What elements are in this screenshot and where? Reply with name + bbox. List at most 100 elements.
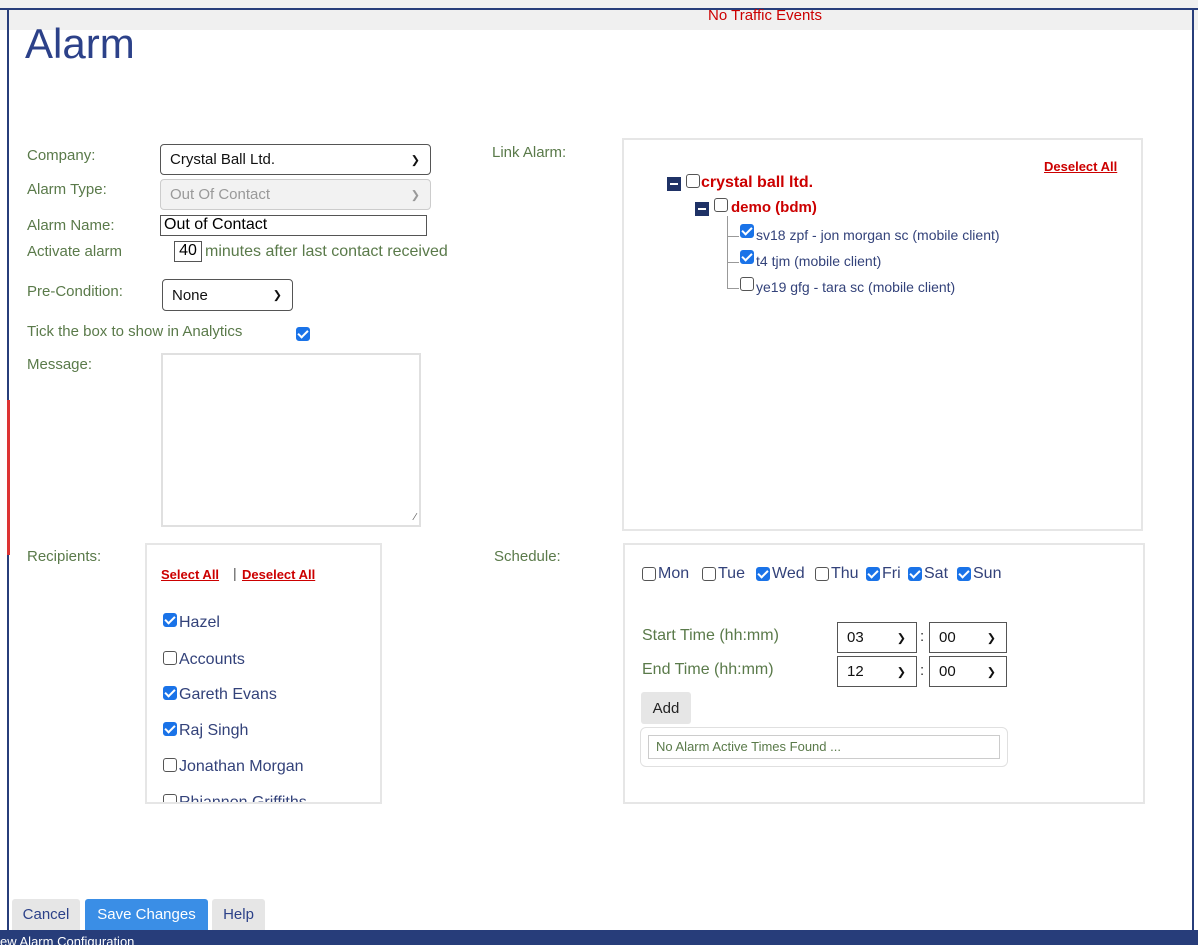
link-alarm-panel bbox=[622, 138, 1143, 531]
page-title: Alarm bbox=[25, 20, 135, 67]
chevron-down-icon: ❯ bbox=[986, 632, 996, 644]
recipient-name: Raj Singh bbox=[179, 722, 249, 739]
tree-item-checkbox[interactable] bbox=[740, 250, 754, 264]
save-changes-button[interactable]: Save Changes bbox=[85, 899, 208, 930]
company-select[interactable]: Crystal Ball Ltd. ❯ bbox=[160, 144, 431, 175]
no-times-message: No Alarm Active Times Found ... bbox=[648, 735, 1000, 759]
recipient-checkbox[interactable] bbox=[163, 686, 177, 700]
chevron-down-icon: ❯ bbox=[896, 632, 906, 644]
time-colon: : bbox=[920, 662, 925, 679]
cancel-button[interactable]: Cancel bbox=[12, 899, 80, 930]
start-min-select[interactable]: 00 ❯ bbox=[929, 622, 1007, 653]
end-hour-value: 12 bbox=[847, 663, 864, 680]
recipient-name: Jonathan Morgan bbox=[179, 758, 304, 775]
tree-group-checkbox[interactable] bbox=[714, 198, 728, 212]
resize-handle-icon: ∕ bbox=[414, 512, 416, 523]
alarm-name-input[interactable]: Out of Contact bbox=[160, 215, 427, 236]
tree-group-label: demo (bdm) bbox=[731, 199, 817, 216]
tree-item-label: t4 tjm (mobile client) bbox=[756, 253, 882, 269]
recipient-name: Gareth Evans bbox=[179, 686, 277, 703]
tree-company-checkbox[interactable] bbox=[686, 174, 700, 188]
active-times-box: No Alarm Active Times Found ... bbox=[640, 727, 1008, 767]
start-min-value: 00 bbox=[939, 629, 956, 646]
time-colon: : bbox=[920, 628, 925, 645]
activate-minutes-input[interactable]: 40 bbox=[174, 241, 202, 262]
start-hour-select[interactable]: 03 ❯ bbox=[837, 622, 917, 653]
company-value: Crystal Ball Ltd. bbox=[170, 151, 276, 168]
day-checkbox-tue[interactable] bbox=[702, 567, 716, 581]
company-label: Company: bbox=[27, 147, 96, 164]
link-separator: | bbox=[233, 565, 237, 581]
start-hour-value: 03 bbox=[847, 629, 864, 646]
recipient-checkbox[interactable] bbox=[163, 613, 177, 627]
alarm-type-label: Alarm Type: bbox=[27, 181, 107, 198]
link-alarm-label: Link Alarm: bbox=[492, 144, 567, 161]
tree-connector bbox=[727, 262, 739, 263]
precondition-select[interactable]: None ❯ bbox=[162, 279, 293, 311]
tree-company-label: crystal ball ltd. bbox=[701, 174, 814, 191]
recipient-checkbox[interactable] bbox=[163, 758, 177, 772]
start-time-label: Start Time (hh:mm) bbox=[642, 627, 779, 644]
select-all-link[interactable]: Select All bbox=[161, 567, 219, 582]
end-hour-select[interactable]: 12 ❯ bbox=[837, 656, 917, 687]
bottom-status-bar bbox=[0, 930, 1198, 945]
activate-suffix: minutes after last contact received bbox=[205, 243, 448, 260]
analytics-label: Tick the box to show in Analytics bbox=[27, 323, 243, 340]
side-marker bbox=[7, 400, 10, 555]
add-button[interactable]: Add bbox=[641, 692, 691, 724]
recipient-name: Hazel bbox=[179, 614, 220, 631]
day-label-sun: Sun bbox=[973, 565, 1002, 582]
end-min-select[interactable]: 00 ❯ bbox=[929, 656, 1007, 687]
day-checkbox-sun[interactable] bbox=[957, 567, 971, 581]
end-time-label: End Time (hh:mm) bbox=[642, 661, 774, 678]
alarm-name-label: Alarm Name: bbox=[27, 217, 115, 234]
day-label-thu: Thu bbox=[831, 565, 859, 582]
day-checkbox-fri[interactable] bbox=[866, 567, 880, 581]
recipient-checkbox[interactable] bbox=[163, 794, 177, 802]
message-textarea[interactable]: ∕ bbox=[161, 353, 421, 527]
top-border bbox=[0, 8, 1198, 10]
day-label-sat: Sat bbox=[924, 565, 949, 582]
day-label-wed: Wed bbox=[772, 565, 805, 582]
recipients-panel: Select All | Deselect All Hazel Accounts… bbox=[145, 543, 382, 804]
recipient-name: Accounts bbox=[179, 651, 245, 668]
day-label-fri: Fri bbox=[882, 565, 901, 582]
top-band bbox=[0, 0, 1198, 30]
tree-item-label: sv18 zpf - jon morgan sc (mobile client) bbox=[756, 227, 1000, 243]
collapse-icon[interactable] bbox=[695, 202, 709, 216]
day-checkbox-wed[interactable] bbox=[756, 567, 770, 581]
tree-connector bbox=[727, 236, 739, 237]
chevron-down-icon: ❯ bbox=[986, 666, 996, 678]
tree-connector bbox=[727, 288, 739, 289]
day-checkbox-thu[interactable] bbox=[815, 567, 829, 581]
tree-item-label: ye19 gfg - tara sc (mobile client) bbox=[756, 279, 956, 295]
deselect-all-link[interactable]: Deselect All bbox=[242, 567, 315, 582]
chevron-down-icon: ❯ bbox=[410, 154, 420, 166]
alarm-type-select: Out Of Contact ❯ bbox=[160, 179, 431, 210]
day-label-mon: Mon bbox=[658, 565, 690, 582]
recipient-checkbox[interactable] bbox=[163, 651, 177, 665]
precondition-label: Pre-Condition: bbox=[27, 283, 123, 300]
message-label: Message: bbox=[27, 356, 93, 373]
precondition-value: None bbox=[172, 286, 208, 304]
tree-item-checkbox[interactable] bbox=[740, 224, 754, 238]
bottom-status-text: ew Alarm Configuration bbox=[0, 934, 135, 949]
recipients-label: Recipients: bbox=[27, 548, 102, 565]
end-min-value: 00 bbox=[939, 663, 956, 680]
day-label-tue: Tue bbox=[718, 565, 745, 582]
traffic-status: No Traffic Events bbox=[708, 7, 822, 24]
schedule-label: Schedule: bbox=[494, 548, 561, 565]
link-deselect-all[interactable]: Deselect All bbox=[1044, 159, 1117, 174]
recipient-name: Rhiannon Griffiths bbox=[179, 794, 307, 804]
analytics-checkbox[interactable] bbox=[296, 327, 310, 341]
help-button[interactable]: Help bbox=[212, 899, 265, 930]
day-checkbox-mon[interactable] bbox=[642, 567, 656, 581]
tree-connector bbox=[727, 216, 728, 288]
right-border bbox=[1192, 8, 1194, 933]
tree-item-checkbox[interactable] bbox=[740, 277, 754, 291]
recipient-checkbox[interactable] bbox=[163, 722, 177, 736]
day-checkbox-sat[interactable] bbox=[908, 567, 922, 581]
collapse-icon[interactable] bbox=[667, 177, 681, 191]
alarm-type-value: Out Of Contact bbox=[170, 186, 271, 203]
chevron-down-icon: ❯ bbox=[896, 666, 906, 678]
